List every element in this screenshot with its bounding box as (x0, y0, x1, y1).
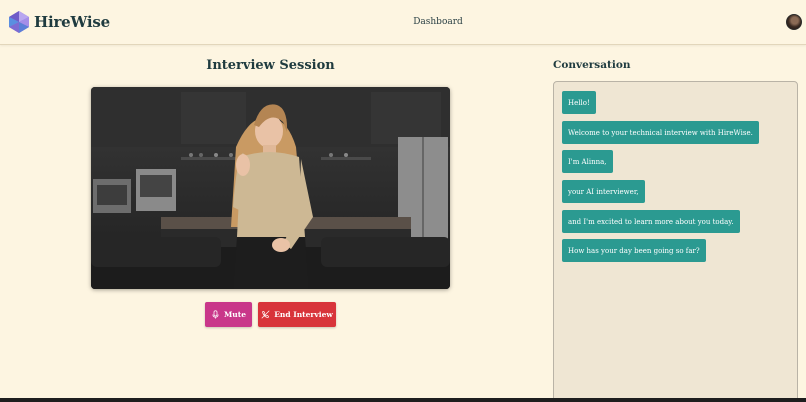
taskbar-strip (0, 398, 806, 402)
interviewer-video-feed (91, 87, 450, 289)
mute-button[interactable]: Mute (205, 302, 252, 327)
end-interview-button[interactable]: End Interview (258, 302, 336, 327)
chat-message: and I'm excited to learn more about you … (562, 210, 740, 233)
interviewer-video (91, 87, 450, 289)
conversation-title: Conversation (553, 59, 631, 71)
top-navigation-bar: HireWise Dashboard (0, 0, 806, 45)
chat-message: Welcome to your technical interview with… (562, 121, 759, 144)
microphone-icon (212, 310, 219, 319)
chat-message: I'm Alinna, (562, 150, 613, 173)
chat-message: your AI interviewer, (562, 180, 645, 203)
phone-off-icon (261, 310, 270, 319)
nav-link-dashboard[interactable]: Dashboard (0, 17, 806, 27)
conversation-panel: Hello! Welcome to your technical intervi… (553, 81, 798, 402)
end-interview-label: End Interview (274, 310, 333, 319)
chat-message: How has your day been going so far? (562, 239, 706, 262)
user-avatar[interactable] (786, 14, 802, 30)
mute-button-label: Mute (224, 310, 246, 319)
chat-message: Hello! (562, 91, 596, 114)
page-title: Interview Session (206, 58, 335, 73)
